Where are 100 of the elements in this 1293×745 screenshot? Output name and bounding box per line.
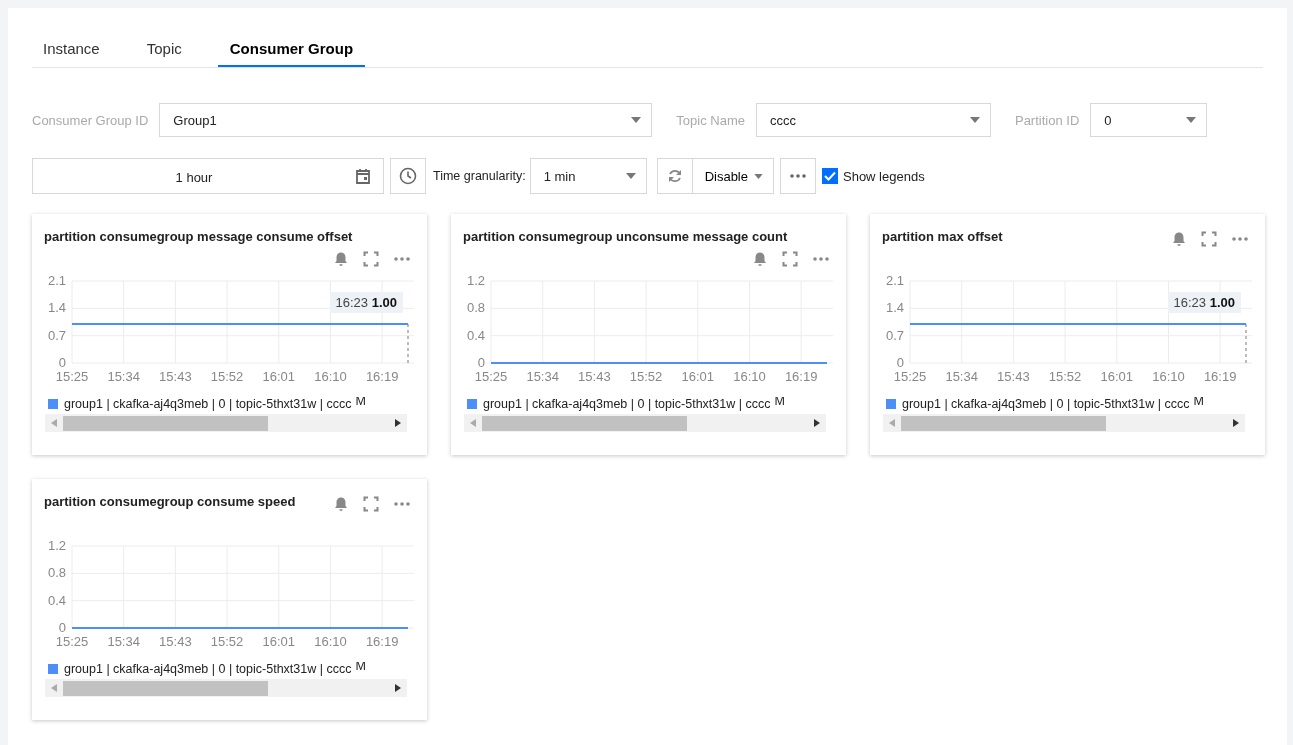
- fullscreen-icon[interactable]: [363, 250, 379, 267]
- scrollbar-thumb[interactable]: [482, 415, 687, 431]
- axis-label: 0: [477, 355, 485, 370]
- legend-label[interactable]: group1 | ckafka-aj4q3meb | 0 | topic-5thxt31w | cccc: [64, 662, 352, 676]
- legend-swatch: [48, 399, 58, 409]
- field-label: Time granularity:: [433, 169, 526, 183]
- tooltip: 16:23 1.00: [1167, 292, 1241, 313]
- scrollbar[interactable]: [464, 414, 826, 432]
- bell-icon[interactable]: [333, 496, 349, 512]
- scrollbar[interactable]: [45, 414, 407, 432]
- axis-label: 15:52: [629, 369, 663, 384]
- more-icon[interactable]: [393, 256, 411, 261]
- more-icon[interactable]: [812, 256, 830, 261]
- axis-label: 0.7: [47, 327, 66, 343]
- axis-label: 0.7: [885, 327, 904, 343]
- refresh-button[interactable]: [656, 158, 693, 194]
- scrollbar[interactable]: [45, 679, 407, 697]
- axis-label: 16:01: [1100, 369, 1134, 384]
- checkbox[interactable]: [822, 168, 838, 184]
- axis-label: 15:25: [893, 369, 927, 384]
- dropdown[interactable]: 0: [1090, 103, 1208, 137]
- axis-label: 2.1: [885, 273, 904, 288]
- cursor-line: [407, 322, 409, 364]
- axis-label: 16:10: [314, 369, 347, 384]
- legend-label[interactable]: M: [1193, 397, 1204, 408]
- axis-label: 16:10: [314, 634, 347, 649]
- axis-label: 15:43: [159, 634, 192, 649]
- tab[interactable]: Consumer Group: [217, 32, 366, 67]
- axis-label: 15:25: [55, 634, 89, 649]
- bell-icon[interactable]: [1171, 231, 1187, 247]
- fullscreen-icon[interactable]: [363, 496, 379, 512]
- dropdown[interactable]: Group1: [159, 103, 653, 137]
- scrollbar-thumb[interactable]: [63, 415, 268, 431]
- fullscreen-icon[interactable]: [1201, 231, 1217, 247]
- legend-label[interactable]: M: [355, 397, 366, 408]
- axis-label: 16:19: [784, 369, 818, 384]
- chart-title: partition consumegroup consume speed: [44, 494, 296, 509]
- axis-label: 0.8: [47, 565, 66, 581]
- clock-button[interactable]: [390, 158, 426, 194]
- axis-label: 15:34: [526, 369, 559, 384]
- left-arrow-icon[interactable]: [51, 419, 57, 427]
- axis-label: 15:34: [107, 369, 140, 384]
- left-arrow-icon[interactable]: [51, 684, 57, 692]
- fullscreen-icon[interactable]: [782, 250, 798, 267]
- bell-icon[interactable]: [333, 250, 349, 267]
- cursor-line: [1245, 322, 1247, 364]
- axis-label: 15:52: [210, 634, 244, 649]
- axis-label: 16:01: [681, 369, 715, 384]
- legend-swatch: [48, 664, 58, 674]
- legend-label[interactable]: M: [774, 397, 785, 408]
- more-icon[interactable]: [1231, 237, 1249, 241]
- calendar-icon: [355, 168, 371, 184]
- more-icon[interactable]: [393, 502, 411, 506]
- scrollbar-thumb[interactable]: [901, 415, 1106, 431]
- axis-label: 2.1: [47, 273, 66, 288]
- legend-swatch: [467, 399, 477, 409]
- dropdown[interactable]: cccc: [755, 103, 991, 137]
- axis-label: 0.4: [466, 327, 485, 343]
- dropdown[interactable]: 1 min: [529, 158, 647, 194]
- field-label: Consumer Group ID: [32, 112, 149, 128]
- axis-label: 15:43: [159, 369, 192, 384]
- clock-icon: [399, 167, 417, 185]
- caret-icon: [1186, 117, 1197, 123]
- axis-label: 1.2: [47, 538, 66, 553]
- axis-label: 1.2: [466, 273, 485, 288]
- axis-label: 15:34: [945, 369, 978, 384]
- legend-swatch: [886, 399, 896, 409]
- auto-refresh-dropdown[interactable]: Disable: [692, 158, 774, 194]
- tab[interactable]: Instance: [32, 32, 111, 67]
- axis-label: 0: [58, 620, 66, 635]
- left-arrow-icon[interactable]: [889, 419, 895, 427]
- axis-label: 16:19: [365, 369, 399, 384]
- legend-label[interactable]: group1 | ckafka-aj4q3meb | 0 | topic-5thxt31w | cccc: [483, 397, 771, 411]
- chart-title: partition max offset: [882, 229, 1003, 244]
- more-icon: [789, 174, 807, 178]
- left-arrow-icon[interactable]: [470, 419, 476, 427]
- more-button[interactable]: [780, 158, 816, 194]
- date-range-field[interactable]: 1 hour: [32, 158, 384, 194]
- right-arrow-icon[interactable]: [814, 419, 820, 427]
- axis-label: 1.4: [885, 300, 904, 316]
- chart-title: partition consumegroup message consume offset: [44, 229, 353, 244]
- legend-label[interactable]: M: [355, 662, 366, 673]
- right-arrow-icon[interactable]: [395, 419, 401, 427]
- axis-label: 16:10: [733, 369, 766, 384]
- axis-label: 1.4: [47, 300, 66, 316]
- axis-label: 16:19: [365, 634, 399, 649]
- scrollbar[interactable]: [883, 414, 1245, 432]
- right-arrow-icon[interactable]: [395, 684, 401, 692]
- axis-label: 15:52: [210, 369, 244, 384]
- field-label: Partition ID: [1014, 112, 1080, 128]
- scrollbar-thumb[interactable]: [63, 680, 268, 696]
- axis-label: 15:43: [997, 369, 1030, 384]
- axis-label: 15:34: [107, 634, 140, 649]
- tab[interactable]: Topic: [135, 32, 193, 67]
- bell-icon[interactable]: [752, 250, 768, 267]
- legend-label[interactable]: group1 | ckafka-aj4q3meb | 0 | topic-5thxt31w | cccc: [902, 397, 1190, 411]
- right-arrow-icon[interactable]: [1233, 419, 1239, 427]
- legend-label[interactable]: group1 | ckafka-aj4q3meb | 0 | topic-5thxt31w | cccc: [64, 397, 352, 411]
- caret-icon: [754, 173, 763, 179]
- caret-icon: [969, 117, 980, 123]
